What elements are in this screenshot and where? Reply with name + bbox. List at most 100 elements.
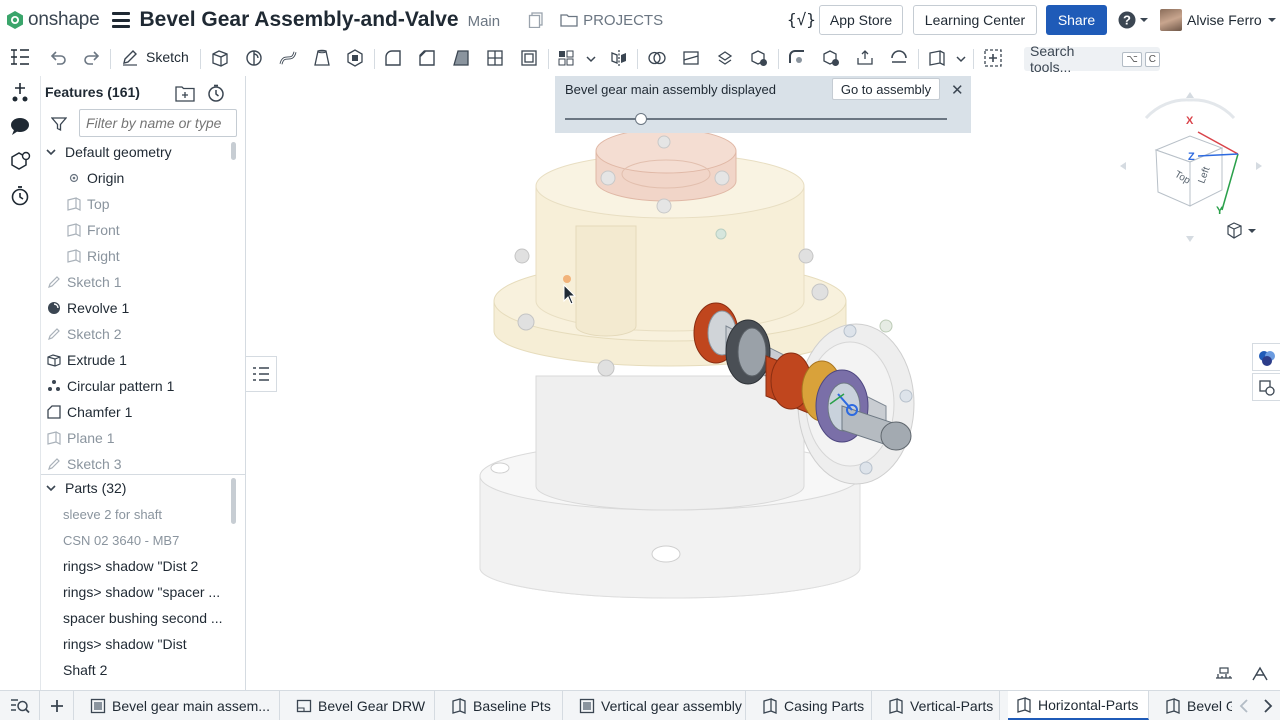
copy-document-icon[interactable] xyxy=(528,12,544,28)
feature-list-toggle[interactable] xyxy=(246,356,277,392)
feature-item[interactable]: Circular pattern 1 xyxy=(41,373,227,399)
tab-icon[interactable] xyxy=(855,48,875,68)
close-icon[interactable]: ✕ xyxy=(951,81,964,99)
bend-relief-icon[interactable] xyxy=(889,48,909,68)
undo-icon[interactable] xyxy=(48,48,68,68)
add-custom-feature-icon[interactable] xyxy=(983,48,1003,68)
boolean-icon[interactable] xyxy=(647,48,667,68)
transparency-slider[interactable] xyxy=(565,113,947,125)
instances-icon[interactable] xyxy=(9,81,31,103)
redo-icon[interactable] xyxy=(82,48,102,68)
axis-x-label: X xyxy=(1186,115,1194,127)
document-tab[interactable]: Baseline Pts xyxy=(443,691,563,720)
history-icon[interactable] xyxy=(9,185,31,207)
feature-item[interactable]: Sketch 2 xyxy=(41,321,227,347)
units-icon[interactable] xyxy=(1250,666,1270,682)
feature-item[interactable]: Revolve 1 xyxy=(41,295,227,321)
part-item[interactable]: sleeve 2 for shaft xyxy=(41,501,227,527)
transform-icon[interactable] xyxy=(715,48,735,68)
document-title[interactable]: Bevel Gear Assembly-and-Valve xyxy=(140,8,459,32)
document-tab[interactable]: Vertical gear assembly xyxy=(571,691,746,720)
feature-list-scrollbar[interactable] xyxy=(231,142,236,160)
left-rail xyxy=(0,40,40,690)
user-menu[interactable]: Alvise Ferro xyxy=(1160,9,1277,31)
feature-item[interactable]: Front xyxy=(41,217,227,243)
pattern-icon[interactable] xyxy=(557,48,577,68)
part-item[interactable]: rings> shadow "Dist xyxy=(41,631,227,657)
projects-link[interactable]: PROJECTS xyxy=(560,12,663,29)
share-button[interactable]: Share xyxy=(1046,5,1107,35)
parts-list-scrollbar[interactable] xyxy=(231,478,236,524)
document-tab[interactable]: Horizontal-Parts xyxy=(1008,691,1149,720)
rollback-timer-icon[interactable] xyxy=(207,84,225,102)
measure-icon[interactable] xyxy=(1214,666,1234,682)
plane-icon[interactable] xyxy=(927,48,947,68)
filter-input[interactable] xyxy=(79,109,237,137)
feature-item[interactable]: Extrude 1 xyxy=(41,347,227,373)
sheet-metal-icon[interactable] xyxy=(787,48,807,68)
mirror-icon[interactable] xyxy=(609,48,629,68)
feature-list-icon[interactable] xyxy=(9,46,31,68)
variables-icon[interactable]: {√} xyxy=(787,10,816,29)
thicken-icon[interactable] xyxy=(345,48,365,68)
features-title: Features (161) xyxy=(45,84,140,100)
list-icon xyxy=(253,367,269,381)
view-options-icon[interactable] xyxy=(1224,221,1258,241)
revolve-icon[interactable] xyxy=(244,48,264,68)
go-to-assembly-button[interactable]: Go to assembly xyxy=(832,78,940,100)
feature-item[interactable]: Right xyxy=(41,243,227,269)
workspace-name[interactable]: Main xyxy=(468,13,501,30)
feature-item[interactable]: Plane 1 xyxy=(41,425,227,451)
chamfer-icon[interactable] xyxy=(417,48,437,68)
add-tab-button[interactable] xyxy=(40,691,74,720)
part-item[interactable]: CSN 02 3640 - MB7 xyxy=(41,527,227,553)
delete-part-icon[interactable] xyxy=(749,48,769,68)
part-item-label: CSN 02 3640 - MB7 xyxy=(63,532,180,548)
feature-item[interactable]: Chamfer 1 xyxy=(41,399,227,425)
shell-icon[interactable] xyxy=(519,48,539,68)
chevron-down-icon[interactable] xyxy=(586,54,596,64)
chevron-down-icon xyxy=(46,485,56,492)
parts-section-header[interactable]: Parts (32) xyxy=(41,475,227,501)
new-folder-icon[interactable] xyxy=(175,84,195,102)
help-menu[interactable]: ? xyxy=(1118,11,1149,29)
feature-item[interactable]: Default geometry xyxy=(41,139,227,165)
extrude-icon[interactable] xyxy=(210,48,230,68)
document-tab[interactable]: Vertical-Parts xyxy=(880,691,1000,720)
graphics-viewport[interactable]: Bevel gear main assembly displayed Go to… xyxy=(246,76,1280,690)
learning-center-button[interactable]: Learning Center xyxy=(913,5,1037,35)
slider-handle[interactable] xyxy=(635,113,648,125)
onshape-logo[interactable]: onshape xyxy=(6,9,100,31)
scroll-tabs-left-icon[interactable] xyxy=(1239,698,1249,713)
app-store-button[interactable]: App Store xyxy=(819,5,903,35)
part-item[interactable]: Shaft 2 xyxy=(41,657,227,683)
part-item[interactable]: rings> shadow "spacer ... xyxy=(41,579,227,605)
search-tools-input[interactable]: Search tools... ⌥ C xyxy=(1024,43,1160,75)
document-tab[interactable]: Casing Parts xyxy=(754,691,872,720)
feature-item[interactable]: Origin xyxy=(41,165,227,191)
part-item[interactable]: rings> shadow "Dist 2 xyxy=(41,553,227,579)
projects-label: PROJECTS xyxy=(583,11,664,29)
sketch-button[interactable]: Sketch xyxy=(121,48,189,66)
chevron-down-icon[interactable] xyxy=(956,54,966,64)
fillet-icon[interactable] xyxy=(383,48,403,68)
appearance-panel-button[interactable] xyxy=(1252,343,1280,371)
loft-icon[interactable] xyxy=(312,48,332,68)
configurations-panel-button[interactable] xyxy=(1252,373,1280,401)
sweep-icon[interactable] xyxy=(278,48,298,68)
main-menu-icon[interactable] xyxy=(111,12,130,28)
document-tab[interactable]: Bevel Gear DRW xyxy=(288,691,435,720)
part-item[interactable]: spacer bushing second ... xyxy=(41,605,227,631)
flange-icon[interactable] xyxy=(821,48,841,68)
document-tab[interactable]: Bevel gear main assem... xyxy=(82,691,280,720)
comments-icon[interactable] xyxy=(9,115,31,137)
draft-icon[interactable] xyxy=(451,48,471,68)
rib-icon[interactable] xyxy=(485,48,505,68)
parts-icon[interactable] xyxy=(9,150,31,172)
search-tabs-button[interactable] xyxy=(0,691,40,720)
filter-icon[interactable] xyxy=(51,116,67,132)
feature-item[interactable]: Top xyxy=(41,191,227,217)
scroll-tabs-right-icon[interactable] xyxy=(1263,698,1273,713)
feature-item[interactable]: Sketch 1 xyxy=(41,269,227,295)
split-icon[interactable] xyxy=(681,48,701,68)
